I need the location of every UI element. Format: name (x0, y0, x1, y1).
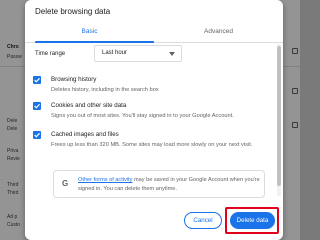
option-description: Frees up less than 320 MB. Some sites ma… (51, 142, 253, 148)
highlight-box (225, 207, 279, 234)
tab-advanced[interactable]: Advanced (154, 23, 283, 43)
bg-item: Third (7, 182, 19, 188)
option-cached-images: Cached images and files Frees up less th… (33, 131, 265, 161)
google-g-icon: G (62, 179, 69, 188)
option-description: Deletes history, including in the search… (51, 87, 159, 93)
checkmark-icon (34, 77, 40, 83)
chevron-icon (292, 88, 298, 94)
bg-item: Custo (7, 222, 21, 228)
other-activity-link[interactable]: Other forms of activity (78, 177, 132, 183)
bg-item: Revie (7, 156, 20, 162)
cancel-button[interactable]: Cancel (184, 212, 222, 229)
bg-item: Third (7, 190, 19, 196)
time-range-value: Last hour (102, 50, 128, 56)
browsing-history-checkbox[interactable] (33, 76, 41, 84)
option-browsing-history: Browsing history Deletes history, includ… (33, 76, 265, 96)
option-title: Cached images and files (51, 131, 119, 138)
chevron-icon (292, 122, 298, 128)
time-range-label: Time range (35, 51, 66, 57)
checkmark-icon (34, 103, 40, 109)
info-text: Other forms of activity may be saved in … (78, 176, 263, 194)
delete-browsing-data-dialog: Delete browsing data Basic Advanced Time… (25, 0, 283, 240)
bg-item: Priva (7, 148, 19, 154)
tab-bar: Basic Advanced (25, 23, 283, 43)
active-tab-indicator (35, 41, 154, 43)
cached-images-checkbox[interactable] (33, 131, 41, 139)
scrollbar-thumb[interactable] (277, 46, 281, 186)
chevron-down-icon (169, 52, 175, 56)
option-description: Signs you out of most sites. You'll stay… (51, 113, 234, 119)
checkmark-icon (34, 132, 40, 138)
bg-item: Chro (7, 44, 19, 50)
bg-item: Dele (7, 118, 18, 124)
cookies-checkbox[interactable] (33, 102, 41, 110)
option-title: Browsing history (51, 76, 97, 83)
account-activity-info: G Other forms of activity may be saved i… (53, 170, 265, 198)
option-cookies: Cookies and other site data Signs you ou… (33, 102, 265, 122)
bg-item: Dele (7, 126, 18, 132)
option-title: Cookies and other site data (51, 102, 127, 109)
dialog-title: Delete browsing data (35, 7, 111, 16)
external-link-icon (292, 48, 298, 54)
tab-basic[interactable]: Basic (25, 23, 154, 43)
bg-item: Passw (7, 54, 22, 60)
time-range-select[interactable]: Last hour (94, 45, 182, 62)
bg-item: Ad p (7, 214, 18, 220)
